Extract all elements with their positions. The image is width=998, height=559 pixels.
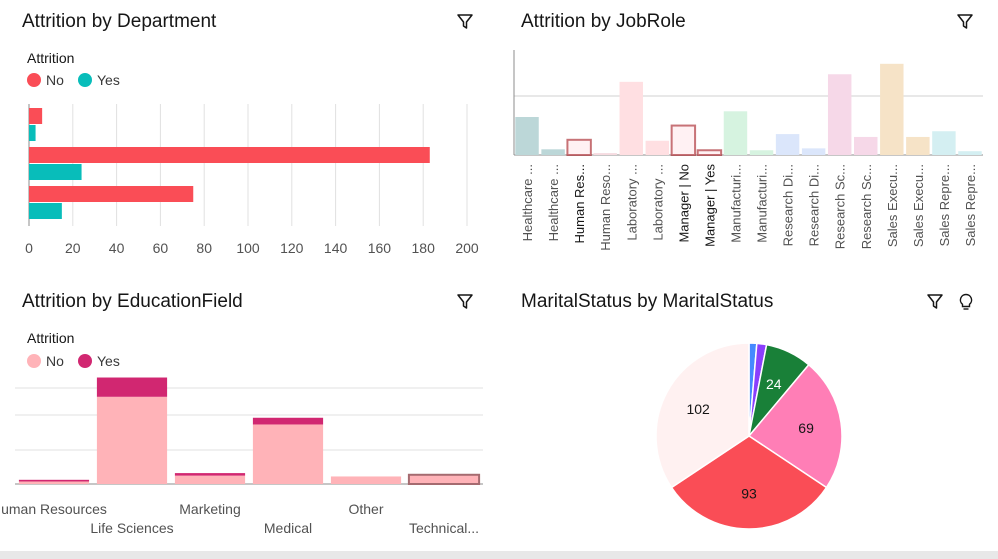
x-tick-label: 160 bbox=[368, 240, 392, 256]
bar-highlighted bbox=[670, 124, 697, 157]
bar-yes bbox=[29, 125, 36, 141]
bar-dimmed bbox=[749, 150, 774, 155]
bar-dimmed bbox=[541, 149, 565, 155]
bar-yes bbox=[18, 479, 90, 482]
x-tick-label: Sales Execu... bbox=[911, 164, 926, 247]
x-tick-label: Research Di... bbox=[781, 164, 796, 246]
bar-dimmed bbox=[827, 74, 852, 155]
x-tick-label: 40 bbox=[109, 240, 125, 256]
bar-no bbox=[18, 481, 90, 484]
footer-divider bbox=[0, 551, 998, 559]
panel-attrition-by-educationfield: Attrition by EducationField Attrition No… bbox=[0, 280, 498, 551]
x-tick-label: Technical... bbox=[409, 520, 479, 536]
panel-attrition-by-jobrole: Attrition by JobRole Healthcare ... Healt… bbox=[499, 0, 998, 280]
bar-no bbox=[330, 476, 402, 484]
x-tick-label: 100 bbox=[236, 240, 260, 256]
x-tick-label: Manager | Yes bbox=[702, 164, 717, 247]
bar-yes bbox=[96, 377, 168, 397]
x-tick-label: Laboratory ... bbox=[650, 164, 665, 241]
x-tick-label: Laboratory ... bbox=[624, 164, 639, 241]
bar-no bbox=[407, 473, 481, 485]
bar-dimmed bbox=[593, 153, 617, 155]
bar-dimmed bbox=[619, 81, 643, 155]
bar-highlighted bbox=[696, 149, 723, 156]
pie-slice-label: 24 bbox=[766, 376, 782, 392]
bar-dimmed bbox=[775, 134, 800, 155]
x-tick-label: Marketing bbox=[179, 501, 240, 517]
bar-highlighted bbox=[566, 138, 592, 157]
bar-yes bbox=[29, 164, 82, 180]
x-tick-label: Research Sc... bbox=[859, 164, 874, 249]
x-tick-label: Manufacturi... bbox=[728, 164, 743, 243]
x-tick-label: uman Resources bbox=[1, 501, 107, 517]
bar-yes bbox=[174, 473, 246, 476]
bar-dimmed bbox=[932, 131, 956, 155]
bar-yes bbox=[29, 203, 62, 219]
x-tick-label: Human Reso... bbox=[598, 164, 613, 251]
bar-dimmed bbox=[854, 136, 878, 155]
bar-no bbox=[252, 424, 324, 484]
x-tick-label: 0 bbox=[25, 240, 33, 256]
bar-dimmed bbox=[880, 63, 904, 155]
pie-slice-label: 69 bbox=[798, 420, 814, 436]
x-tick-label: Research Sc... bbox=[833, 164, 848, 249]
panel-attrition-by-department: Attrition by Department Attrition No Yes… bbox=[0, 0, 498, 280]
x-tick-label: 120 bbox=[280, 240, 304, 256]
x-tick-label: Sales Repre... bbox=[963, 164, 978, 246]
bar-no bbox=[29, 147, 430, 163]
educationfield-bar-chart: uman Resources Life Sciences Marketing Medi… bbox=[1, 377, 483, 536]
bar-dimmed bbox=[906, 136, 930, 155]
x-tick-label: Research Di... bbox=[807, 164, 822, 246]
x-tick-label: Manufacturi... bbox=[755, 164, 770, 243]
x-tick-label: Medical bbox=[264, 520, 312, 536]
bar-no bbox=[29, 108, 43, 124]
bar-yes bbox=[252, 417, 324, 425]
bar-no bbox=[174, 475, 246, 484]
bar-dimmed bbox=[723, 111, 748, 155]
x-tick-label: 180 bbox=[412, 240, 436, 256]
x-tick-label: Sales Execu... bbox=[885, 164, 900, 247]
x-tick-label: Manager | No bbox=[676, 164, 691, 243]
pie-slice-label: 102 bbox=[686, 401, 710, 417]
bar-dimmed bbox=[801, 148, 826, 155]
x-tick-label: 200 bbox=[455, 240, 479, 256]
panel-maritalstatus: MaritalStatus by MaritalStatus 24 69 93 102 bbox=[499, 280, 998, 551]
maritalstatus-pie-chart: 24 69 93 102 bbox=[655, 342, 843, 530]
x-tick-label: 20 bbox=[65, 240, 81, 256]
bar-dimmed bbox=[958, 151, 982, 155]
jobrole-bar-chart: Healthcare ... Healthcare ... Human Res...… bbox=[513, 50, 983, 251]
x-tick-label: 60 bbox=[153, 240, 169, 256]
x-tick-label: Life Sciences bbox=[90, 520, 173, 536]
x-tick-label: Healthcare ... bbox=[520, 164, 535, 241]
pie-slice-label: 93 bbox=[741, 486, 757, 502]
bar-dimmed bbox=[515, 117, 539, 155]
x-tick-label: Human Res... bbox=[572, 164, 587, 243]
x-tick-label: 140 bbox=[324, 240, 348, 256]
x-tick-label: Other bbox=[348, 501, 383, 517]
bar-no bbox=[96, 396, 168, 484]
department-bar-chart: 0 20 40 60 80 100 120 140 160 180 200 bbox=[25, 104, 479, 256]
x-tick-label: Sales Repre... bbox=[937, 164, 952, 246]
x-tick-label: Healthcare ... bbox=[546, 164, 561, 241]
bar-dimmed bbox=[645, 140, 670, 155]
bar-no bbox=[29, 186, 194, 202]
x-tick-label: 80 bbox=[196, 240, 212, 256]
